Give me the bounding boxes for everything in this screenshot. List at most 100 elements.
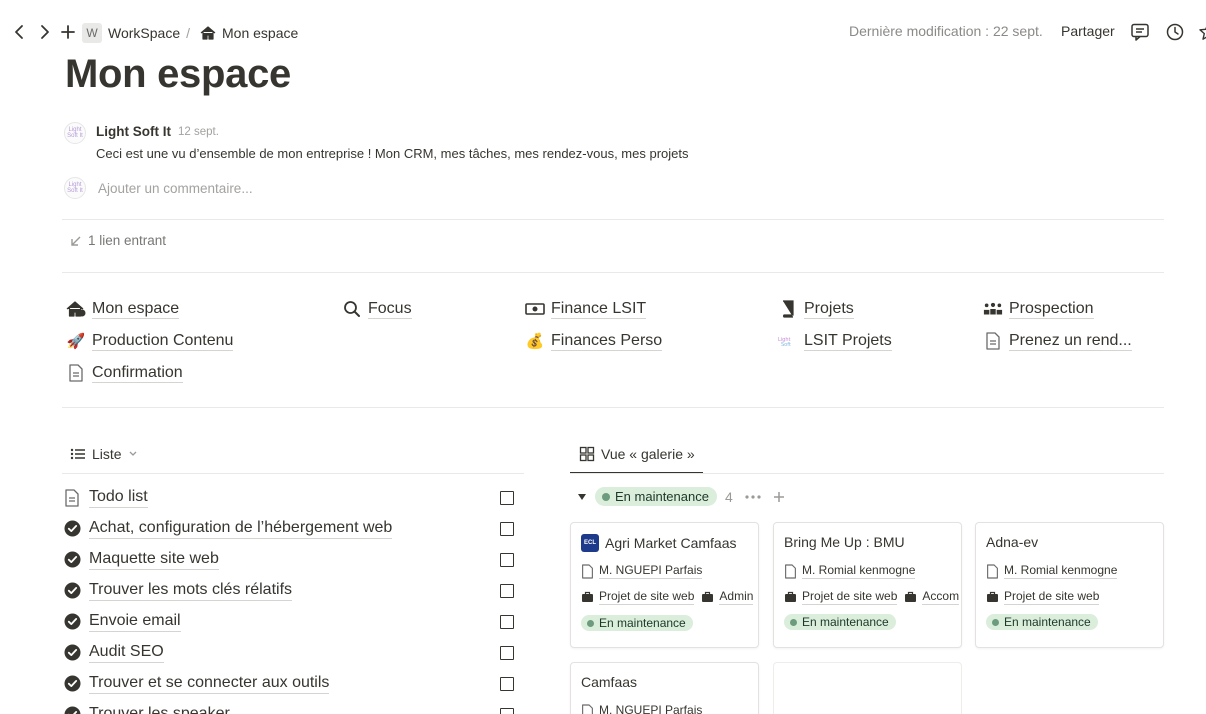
gallery-card[interactable]: ECL Agri Market Camfaas M. NGUEPI Parfai… [570, 522, 759, 648]
gallery-card[interactable]: Adna-ev M. Romial kenmogne Projet de sit… [975, 522, 1164, 648]
status-dot [587, 619, 594, 627]
todo-checkbox[interactable] [500, 677, 514, 691]
briefcase-icon [904, 591, 917, 603]
card-title-text: Camfaas [581, 674, 638, 690]
gallery-view-tab[interactable]: Vue « galerie » [579, 446, 695, 462]
add-plus-icon[interactable] [773, 491, 785, 503]
list-item[interactable]: Trouver les mots clés rélatifs [64, 575, 516, 606]
list-item[interactable]: Maquette site web [64, 544, 516, 575]
forward-arrow-icon[interactable] [35, 22, 55, 42]
list-view-tab[interactable]: Liste [70, 446, 138, 462]
todo-checkbox[interactable] [500, 522, 514, 536]
page-icon [581, 703, 594, 714]
page-icon [66, 363, 86, 383]
money-icon [525, 299, 545, 319]
link-prospection[interactable]: Prospection [983, 299, 1094, 319]
page-icon [784, 563, 797, 579]
link-confirmation[interactable]: Confirmation [66, 363, 183, 383]
page-icon [983, 331, 1003, 351]
list-item[interactable]: Trouver les speaker [64, 699, 516, 714]
tag-link[interactable]: Projet de site web [599, 589, 695, 605]
people-icon [983, 299, 1003, 319]
card-title-text: Agri Market Camfaas [605, 535, 737, 551]
list-item[interactable]: Trouver et se connecter aux outils [64, 668, 516, 699]
card-title: ECL Agri Market Camfaas [581, 534, 736, 552]
more-dots-icon[interactable] [745, 494, 761, 499]
logo-icon: Light Soft [778, 331, 798, 351]
briefcase-icon [701, 591, 714, 603]
backlinks-button[interactable]: 1 lien entrant [70, 233, 166, 248]
list-item-label: Achat, configuration de l’hébergement we… [89, 518, 393, 539]
breadcrumb-page[interactable]: Mon espace [222, 25, 298, 41]
link-prenez-un-rendez-vous[interactable]: Prenez un rend... [983, 331, 1132, 351]
gallery-view-label: Vue « galerie » [601, 446, 695, 462]
list-item[interactable]: Envoie email [64, 606, 516, 637]
link-projets[interactable]: Projets [778, 299, 854, 319]
company-logo-icon: ECL [581, 534, 599, 552]
link-lsit-projets[interactable]: Light Soft LSIT Projets [778, 331, 892, 351]
link-focus[interactable]: Focus [342, 299, 412, 319]
briefcase-icon [986, 591, 999, 603]
check-circle-icon [64, 644, 82, 662]
todo-checkbox[interactable] [500, 491, 514, 505]
todo-checkbox[interactable] [500, 584, 514, 598]
list-item-label: Todo list [89, 487, 148, 508]
owner-link[interactable]: M. NGUEPI Parfais [599, 703, 702, 714]
breadcrumb-separator: / [186, 25, 190, 41]
triangle-down-icon[interactable] [577, 493, 587, 501]
comments-icon[interactable] [1130, 22, 1150, 42]
last-modified-text: Dernière modification : 22 sept. [849, 23, 1043, 39]
link-production-contenu[interactable]: 🚀 Production Contenu [66, 331, 234, 351]
link-mon-espace[interactable]: Mon espace [66, 299, 180, 319]
todo-checkbox[interactable] [500, 708, 514, 714]
tag-link[interactable]: Projet de site web [1004, 589, 1100, 605]
back-arrow-icon[interactable] [9, 22, 29, 42]
divider [62, 219, 1164, 220]
status-label: En maintenance [802, 615, 889, 629]
list-item[interactable]: Todo list [64, 482, 516, 513]
todo-checkbox[interactable] [500, 646, 514, 660]
todo-checkbox[interactable] [500, 615, 514, 629]
new-page-plus-icon[interactable] [58, 22, 78, 42]
chevron-down-icon [128, 450, 138, 458]
status-label: En maintenance [1004, 615, 1091, 629]
share-button[interactable]: Partager [1061, 23, 1115, 39]
link-label: Focus [368, 300, 412, 319]
list-item[interactable]: Achat, configuration de l’hébergement we… [64, 513, 516, 544]
list-item[interactable]: Audit SEO [64, 637, 516, 668]
link-finances-perso[interactable]: 💰 Finances Perso [525, 331, 663, 351]
favorite-star-icon[interactable] [1198, 22, 1206, 42]
card-tags: Projet de site web [986, 589, 1100, 605]
link-finance-lsit[interactable]: Finance LSIT [525, 299, 647, 319]
gallery-card-empty[interactable] [773, 662, 962, 714]
gallery-card[interactable]: Bring Me Up : BMU M. Romial kenmogne Pro… [773, 522, 962, 648]
comment-input[interactable]: Ajouter un commentaire... [98, 181, 253, 196]
breadcrumb-workspace[interactable]: WorkSpace [108, 25, 180, 41]
book-icon [778, 299, 798, 319]
list-view-label: Liste [92, 446, 122, 462]
check-circle-icon [64, 613, 82, 631]
link-label: Mon espace [92, 300, 180, 319]
tag-link[interactable]: Projet de site web [802, 589, 898, 605]
status-badge: En maintenance [784, 614, 896, 630]
card-title: Adna-ev [986, 534, 1038, 550]
comment-author[interactable]: Light Soft It [96, 124, 171, 139]
tag-link[interactable]: Admin [719, 589, 754, 605]
link-label: Finance LSIT [551, 300, 647, 319]
tag-link[interactable]: Accom [922, 589, 960, 605]
owner-link[interactable]: M. Romial kenmogne [802, 563, 916, 579]
card-title-text: Bring Me Up : BMU [784, 534, 905, 550]
history-clock-icon[interactable] [1165, 22, 1185, 42]
group-status-pill[interactable]: En maintenance [595, 487, 717, 506]
status-label: En maintenance [599, 616, 686, 630]
list-item-label: Trouver et se connecter aux outils [89, 673, 330, 694]
svg-text:Soft: Soft [781, 342, 791, 347]
workspace-badge[interactable]: W [82, 23, 102, 43]
card-title-text: Adna-ev [986, 534, 1039, 550]
todo-checkbox[interactable] [500, 553, 514, 567]
gallery-card[interactable]: Camfaas M. NGUEPI Parfais [570, 662, 759, 714]
owner-link[interactable]: M. Romial kenmogne [1004, 563, 1118, 579]
house-icon [66, 299, 86, 319]
card-owner: M. Romial kenmogne [784, 563, 916, 579]
owner-link[interactable]: M. NGUEPI Parfais [599, 563, 703, 579]
